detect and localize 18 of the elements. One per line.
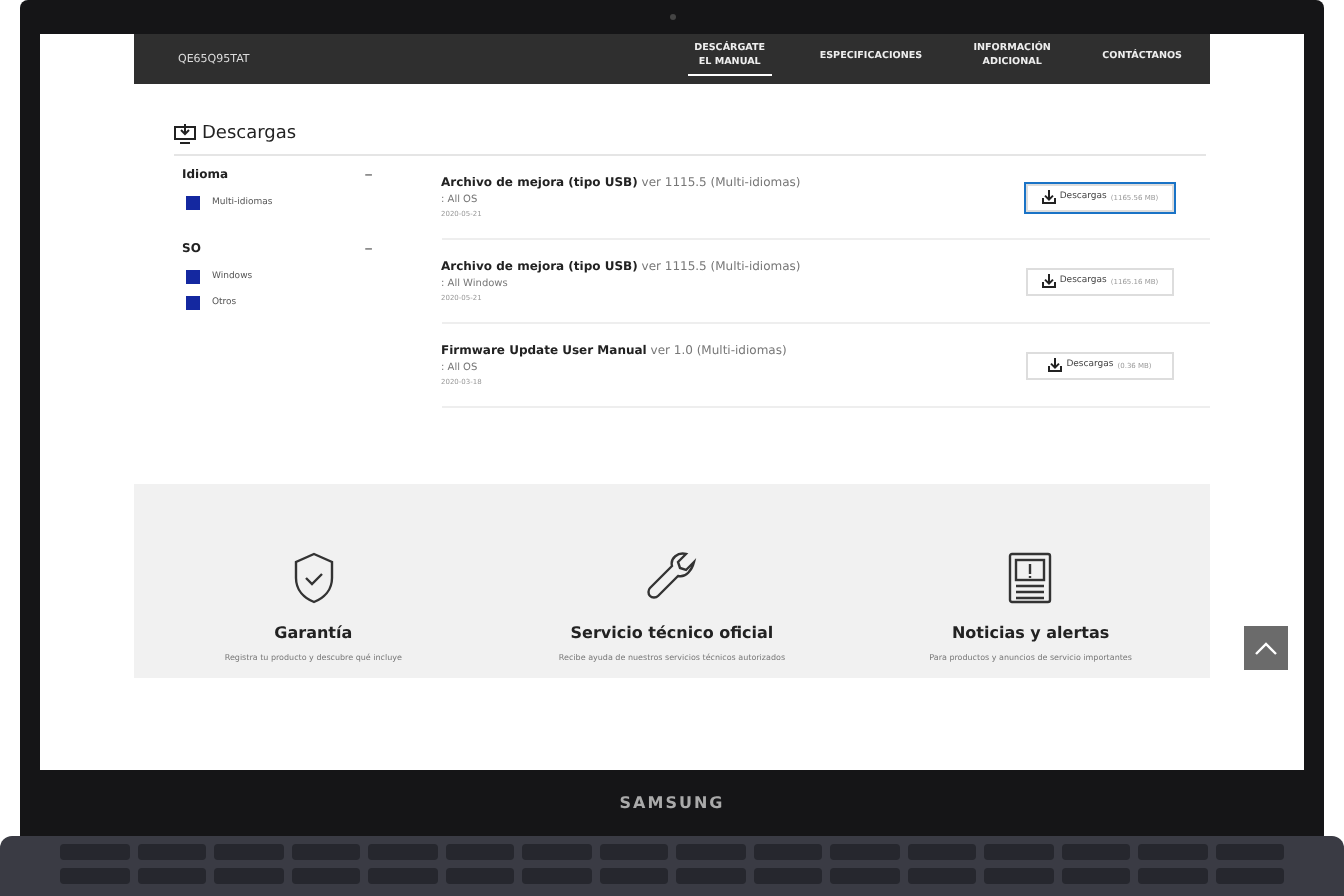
download-icon: [1048, 358, 1063, 372]
download-icon: [1041, 190, 1056, 204]
service-title: Garantía: [274, 624, 353, 642]
wrench-icon: [645, 552, 698, 604]
service-title: Servicio técnico oficial: [570, 624, 774, 642]
camera-icon: [669, 14, 675, 20]
section-title: Descargas: [202, 124, 297, 144]
brand-logo: SAMSUNG: [619, 794, 725, 812]
checkbox[interactable]: [186, 296, 200, 310]
chevron-up-icon: [1254, 641, 1278, 655]
download-icon: [1041, 274, 1056, 288]
newspaper-alert-icon: [1008, 552, 1053, 604]
scroll-top-button[interactable]: [1244, 626, 1288, 670]
checkbox[interactable]: [186, 196, 200, 210]
service-title: Noticias y alertas: [951, 624, 1110, 642]
shield-check-icon: [291, 552, 336, 604]
download-icon: [174, 124, 196, 144]
checkbox[interactable]: [186, 270, 200, 284]
